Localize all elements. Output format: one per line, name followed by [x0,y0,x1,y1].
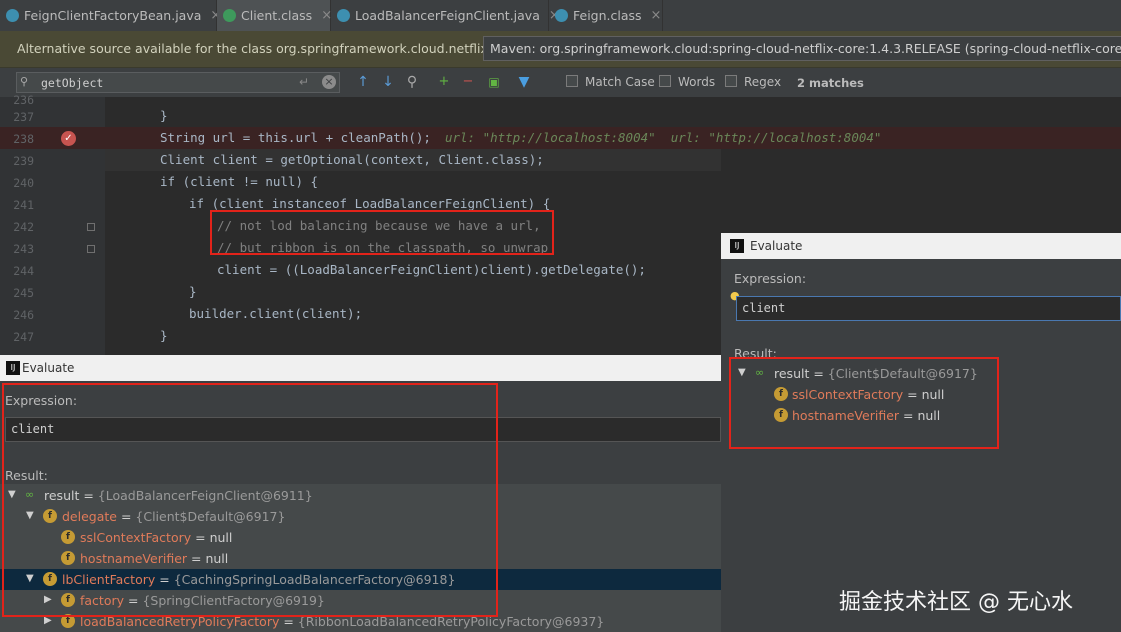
tab-load-balancer-feign-client[interactable]: LoadBalancerFeignClient.java × [331,0,560,31]
find-bar: ⚲ getObject ↵ × ↑ ↓ ⚲ + − ▣ ▼ Match Case… [0,68,1121,98]
interface-icon [223,9,236,22]
expression-label: Expression: [734,271,807,286]
banner-message: Alternative source available for the cla… [17,41,520,56]
code-line[interactable]: if (client != null) { [160,174,318,189]
match-count: 2 matches [797,76,864,90]
alternative-source-banner: Alternative source available for the cla… [0,31,1121,68]
match-case-label[interactable]: Match Case [585,75,655,89]
fold-marker-icon[interactable] [87,245,95,253]
tab-feign-client-factory-bean[interactable]: FeignClientFactoryBean.java × [0,0,221,31]
words-checkbox[interactable] [659,75,671,87]
code-line[interactable]: } [160,328,168,343]
match-case-checkbox[interactable] [566,75,578,87]
result-highlight-box-left [2,383,498,617]
line-number: 247 [13,330,34,344]
dialog-title-bar[interactable]: IJ Evaluate [0,355,721,381]
line-number: 236 [13,93,34,107]
java-class-icon [6,9,19,22]
intellij-logo-icon: IJ [6,361,20,375]
find-all-icon[interactable]: ⚲ [404,73,420,91]
inline-debug-value: url: "http://localhost:8004" url: "http:… [444,130,882,145]
code-line[interactable]: Client client = getOptional(context, Cli… [160,152,544,167]
filter-icon[interactable]: ▼ [515,73,533,91]
code-text: String url = this.url + cleanPath(); [160,130,431,145]
search-icon[interactable]: ⚲ [20,76,32,88]
dialog-title: Evaluate [22,361,75,375]
previous-occurrence-icon[interactable]: ↑ [356,73,370,91]
line-number: 245 [13,286,34,300]
line-number: 240 [13,176,34,190]
tab-label: Feign.class [573,8,642,23]
regex-checkbox[interactable] [725,75,737,87]
watermark: 掘金技术社区 @ 无心水 [839,590,1073,615]
enter-icon: ↵ [299,75,310,89]
remove-selection-icon[interactable]: − [460,73,476,91]
search-field[interactable]: ⚲ getObject ↵ × [16,72,340,93]
clear-icon[interactable]: × [322,75,336,89]
code-line[interactable]: if (client instanceof LoadBalancerFeignC… [189,196,550,211]
result-highlight-box-right [729,357,999,449]
words-label[interactable]: Words [678,75,715,89]
tab-label: Client.class [241,8,313,23]
regex-label[interactable]: Regex [744,75,781,89]
tab-client-class[interactable]: Client.class × [217,0,332,31]
java-class-icon [337,9,350,22]
code-line[interactable]: } [189,284,197,299]
tab-feign-class[interactable]: Feign.class × [549,0,663,31]
source-selector[interactable]: Maven: org.springframework.cloud:spring-… [483,36,1121,61]
line-number: 237 [13,110,34,124]
line-number: 243 [13,242,34,256]
line-number: 244 [13,264,34,278]
dialog-title: Evaluate [750,239,803,253]
tab-label: FeignClientFactoryBean.java [24,8,202,23]
editor-tabs: FeignClientFactoryBean.java × Client.cla… [0,0,1121,32]
line-number: 238 [13,132,34,146]
line-number: 241 [13,198,34,212]
tab-label: LoadBalancerFeignClient.java [355,8,540,23]
select-all-occurrences-icon[interactable]: ▣ [486,73,502,91]
fold-marker-icon[interactable] [87,223,95,231]
line-number: 246 [13,308,34,322]
comment-highlight-box [210,210,554,255]
line-number: 242 [13,220,34,234]
dialog-title-bar[interactable]: IJ Evaluate [721,233,1121,259]
breakpoint-icon[interactable]: ✓ [61,131,76,146]
java-class-icon [555,9,568,22]
next-occurrence-icon[interactable]: ↓ [381,73,395,91]
code-line[interactable]: String url = this.url + cleanPath(); url:… [160,130,881,145]
expression-input[interactable]: client [736,296,1121,321]
line-number: 239 [13,154,34,168]
intellij-logo-icon: IJ [730,239,744,253]
code-line[interactable]: } [160,108,168,123]
add-selection-icon[interactable]: + [436,73,452,91]
code-line[interactable]: client = ((LoadBalancerFeignClient)clien… [217,262,646,277]
code-line[interactable]: builder.client(client); [189,306,362,321]
search-input[interactable]: getObject [41,76,103,90]
close-icon[interactable]: × [651,8,662,23]
